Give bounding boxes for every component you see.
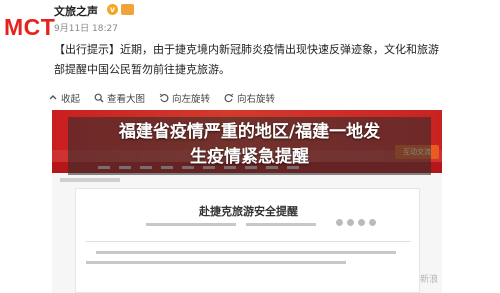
author-name[interactable]: 文旅之声 bbox=[54, 3, 98, 19]
collapse-label: 收起 bbox=[61, 94, 81, 105]
notice-body-line bbox=[96, 251, 396, 254]
notice-document: 赴捷克旅游安全提醒 bbox=[75, 188, 420, 293]
magnifier-icon bbox=[94, 93, 104, 103]
breadcrumb bbox=[60, 178, 120, 182]
post-text-line: 【出行提示】近期，由于捷克境内新冠肺炎疫情出现快速反弹迹象，文化和旅游 bbox=[54, 43, 439, 56]
headline-line: 福建省疫情严重的地区/福建一地发 bbox=[118, 122, 381, 142]
rotate-left-button[interactable]: 向左旋转 bbox=[159, 91, 210, 105]
post-text-line: 部提醒中国公民暂勿前往捷克旅游。 bbox=[54, 63, 230, 76]
notice-body-line bbox=[86, 261, 346, 264]
rotate-left-label: 向左旋转 bbox=[172, 94, 211, 105]
rotate-right-icon bbox=[224, 93, 234, 103]
image-toolbar: 收起 查看大图 向左旋转 向右旋转 bbox=[48, 91, 275, 105]
notice-title: 赴捷克旅游安全提醒 bbox=[199, 205, 298, 218]
notice-meta-line bbox=[146, 223, 236, 226]
vip-badge-icon bbox=[121, 4, 134, 15]
rotate-right-button[interactable]: 向右旋转 bbox=[224, 91, 275, 105]
view-large-label: 查看大图 bbox=[107, 94, 146, 105]
notice-meta-line bbox=[246, 223, 316, 226]
collapse-button[interactable]: 收起 bbox=[48, 91, 80, 105]
rotate-left-icon bbox=[159, 93, 169, 103]
rotate-right-label: 向右旋转 bbox=[237, 94, 276, 105]
headline-text: 福建省疫情严重的地区/福建一地发 生疫情紧急提醒 bbox=[68, 120, 431, 170]
headline-line: 生疫情紧急提醒 bbox=[190, 147, 309, 167]
watermark: 新浪 bbox=[420, 275, 439, 285]
verified-badge-icon: v bbox=[107, 4, 118, 15]
post-timestamp[interactable]: 9月11日 18:27 bbox=[54, 21, 118, 34]
view-large-button[interactable]: 查看大图 bbox=[94, 91, 145, 105]
account-logo[interactable]: MCT bbox=[4, 14, 55, 41]
collapse-icon bbox=[49, 95, 57, 100]
share-icons bbox=[336, 219, 376, 226]
weibo-post: MCT 文旅之声 v 9月11日 18:27 【出行提示】近期，由于捷克境内新冠… bbox=[0, 0, 500, 80]
headline-overlay: 福建省疫情严重的地区/福建一地发 生疫情紧急提醒 bbox=[68, 117, 431, 175]
notice-divider bbox=[86, 241, 411, 242]
post-text: 【出行提示】近期，由于捷克境内新冠肺炎疫情出现快速反弹迹象，文化和旅游 部提醒中… bbox=[54, 40, 494, 80]
